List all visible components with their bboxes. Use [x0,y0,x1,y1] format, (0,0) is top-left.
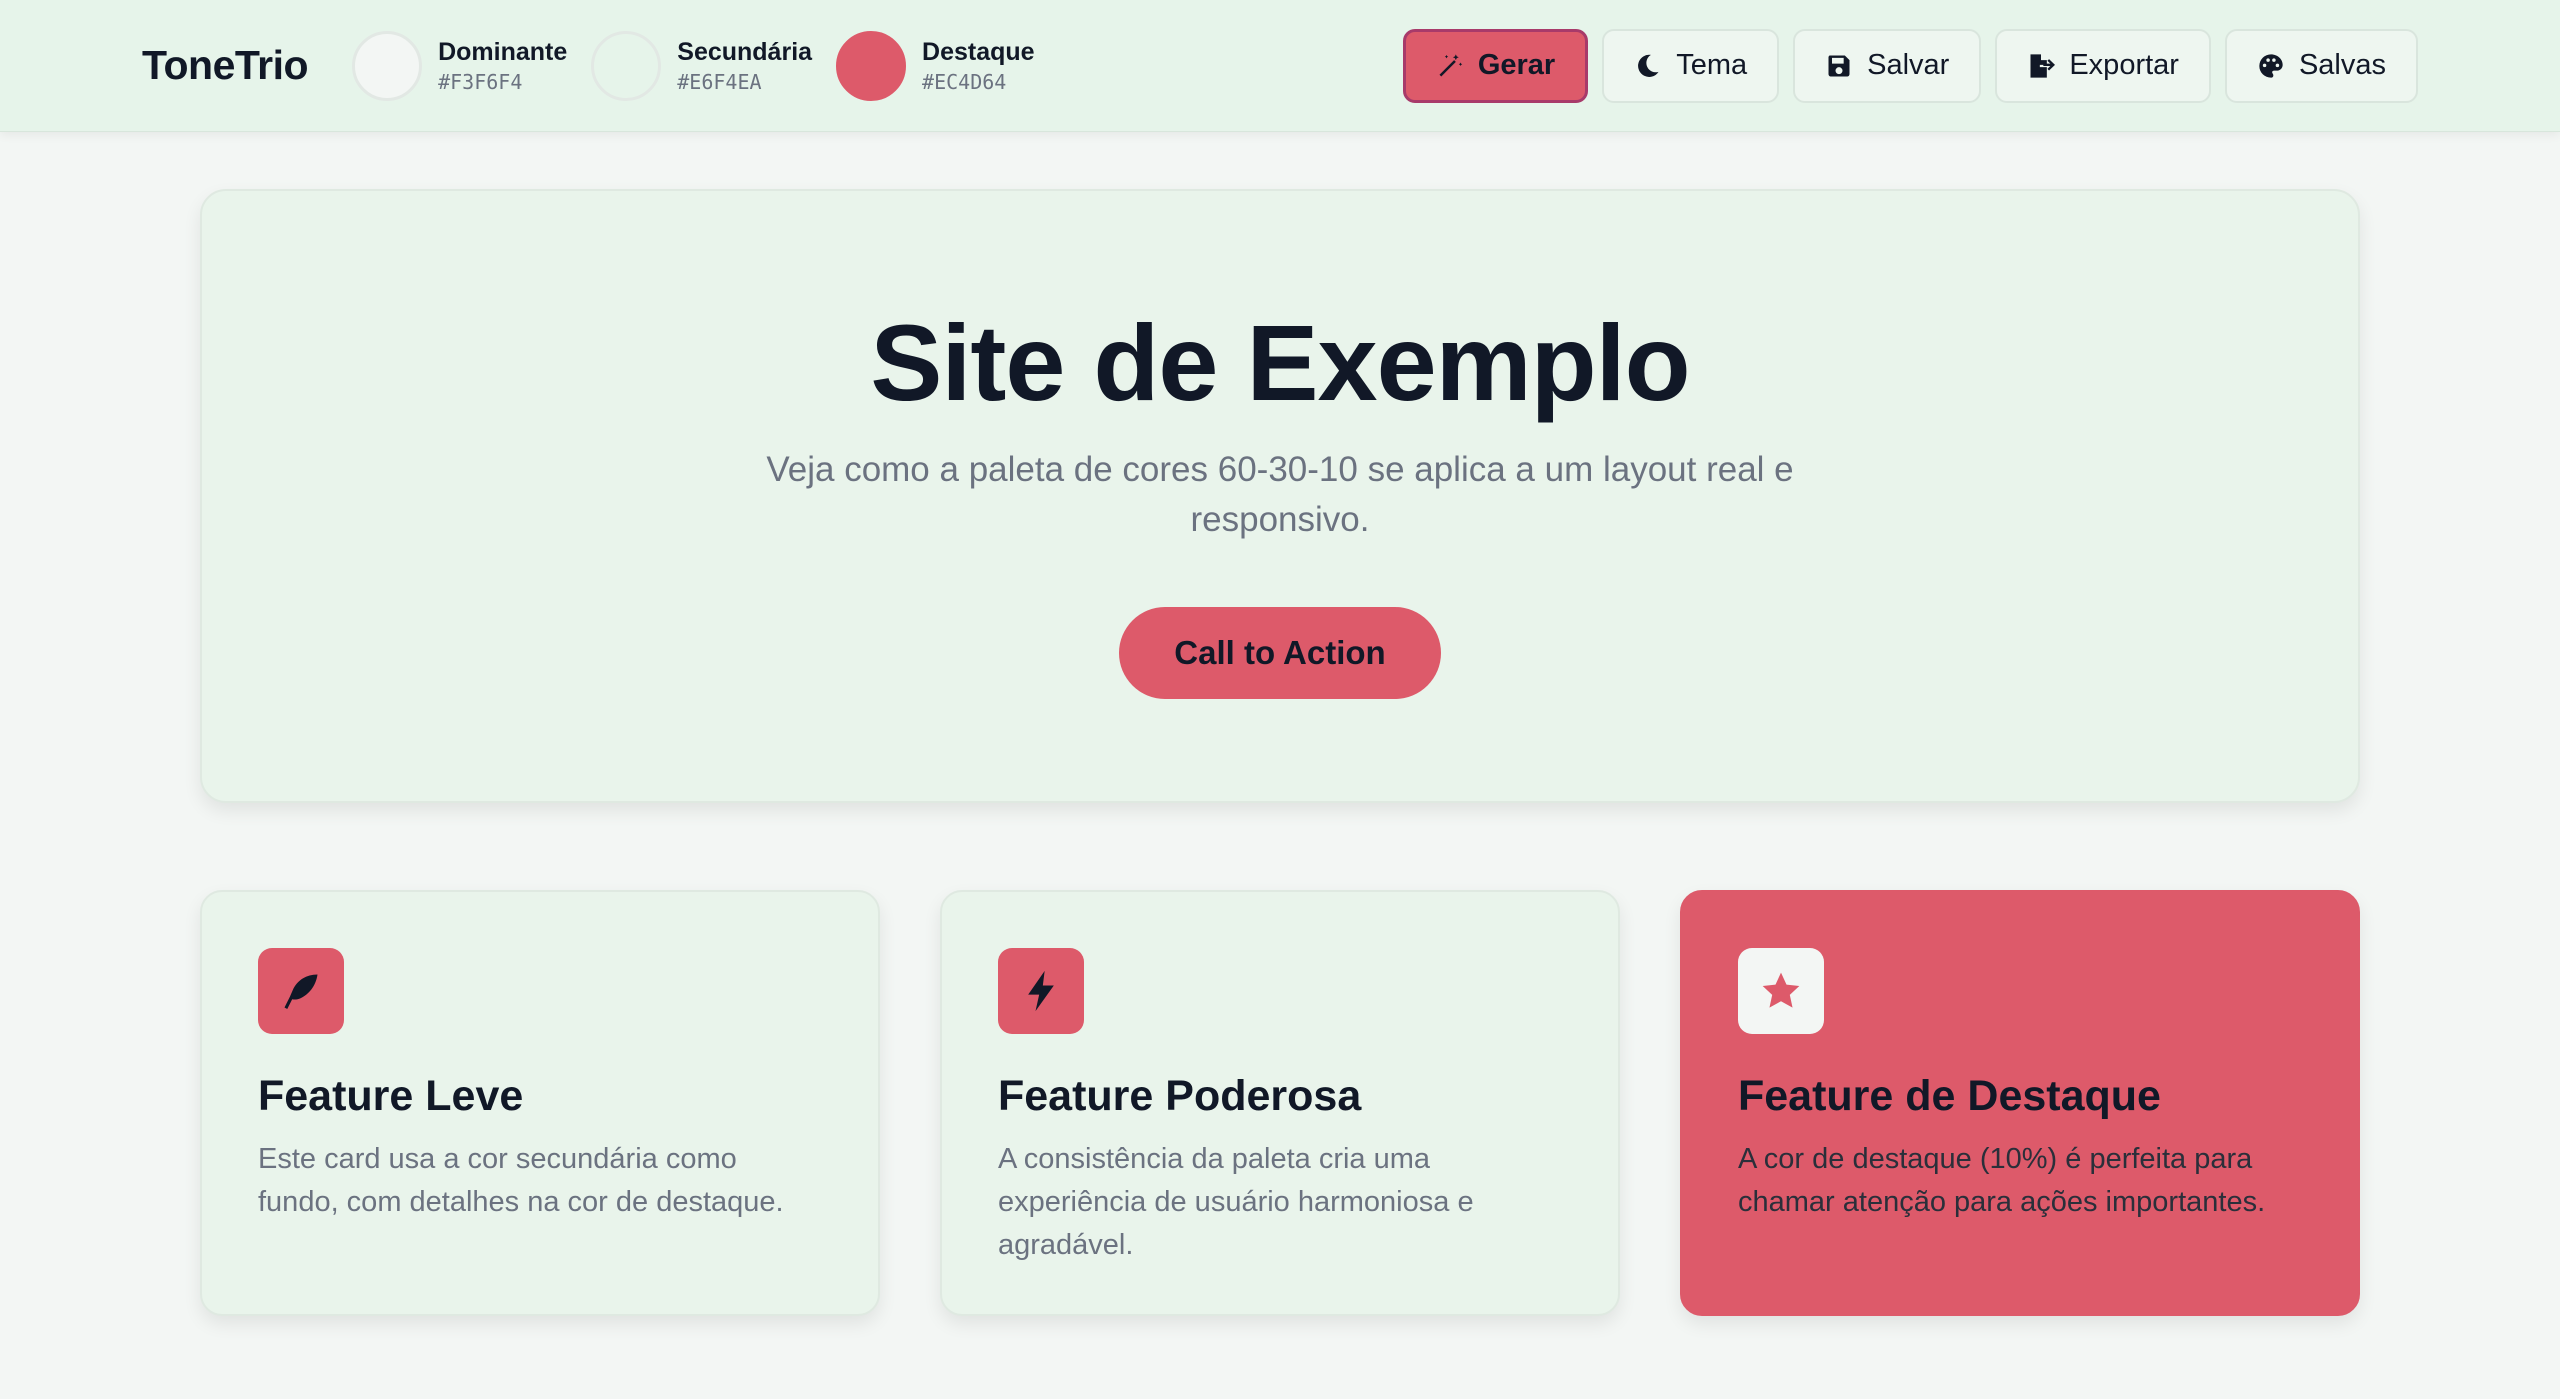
generate-button[interactable]: Gerar [1402,28,1589,103]
feature-card-highlight-text: A cor de destaque (10%) é perfeita para … [1738,1143,2266,1218]
theme-button[interactable]: Tema [1602,28,1780,103]
feature-card-powerful-icon-box [998,948,1084,1034]
feature-card-highlight-title: Feature de Destaque [1738,1072,2161,1120]
hero-title: Site de Exemplo [870,302,1690,423]
swatch-secondary-name: Secundária [677,37,813,66]
feather-icon [284,974,318,1009]
generate-button-label: Gerar [1477,49,1556,81]
swatch-dominant-color[interactable] [352,30,423,101]
saved-palettes-button[interactable]: Salvas [2224,28,2418,103]
hero-section: Site de Exemplo Veja como a paleta de co… [200,189,2360,803]
swatch-accent-name: Destaque [922,37,1035,66]
swatch-accent-text: Destaque #EC4D64 [922,36,1035,96]
saved-palettes-button-label: Salvas [2298,49,2386,81]
toolbar-actions: Gerar Tema Salvar Exportar Salvas [1402,28,2418,103]
swatch-secondary-text: Secundária #E6F4EA [677,36,812,96]
hero-subtitle: Veja como a paleta de cores 60-30-10 se … [766,450,1794,539]
swatch-dominant-name: Dominante [438,37,568,66]
feature-card-powerful-title: Feature Poderosa [998,1072,1362,1120]
feature-card-powerful: Feature Poderosa A consistência da palet… [940,890,1620,1316]
swatch-dominant-hex: #F3F6F4 [438,69,523,94]
feature-card-powerful-text: A consistência da paleta cria uma experi… [998,1143,1474,1261]
swatch-secondary-color[interactable] [591,30,662,101]
moon-icon [1638,54,1659,77]
swatch-accent[interactable]: Destaque #EC4D64 [836,30,1035,101]
feature-card-highlight-icon-box [1738,948,1824,1034]
export-button[interactable]: Exportar [1995,28,2211,103]
magic-wand-icon [1439,53,1463,76]
star-icon [1762,972,1800,1008]
floppy-disk-icon [1828,55,1850,76]
top-bar: ToneTrio Dominante #F3F6F4 Secundária #E… [0,0,2560,132]
app-logo: ToneTrio [142,42,309,88]
feature-card-light: Feature Leve Este card usa a cor secundá… [200,890,880,1316]
swatch-accent-color[interactable] [836,30,907,101]
swatch-secondary-hex: #E6F4EA [677,69,762,94]
swatch-accent-hex: #EC4D64 [922,69,1007,94]
swatch-secondary[interactable]: Secundária #E6F4EA [591,30,812,101]
swatch-dominant-text: Dominante #F3F6F4 [438,36,567,96]
save-button[interactable]: Salvar [1793,28,1982,103]
feature-card-highlight: Feature de Destaque A cor de destaque (1… [1680,890,2360,1316]
feature-card-light-title: Feature Leve [258,1072,524,1120]
bolt-icon [1028,970,1054,1012]
file-export-icon [2030,53,2056,78]
call-to-action-button[interactable]: Call to Action [1119,607,1441,699]
feature-card-light-icon-box [258,948,344,1034]
save-button-label: Salvar [1867,49,1950,81]
feature-card-light-text: Este card usa a cor secundária como fund… [258,1143,784,1218]
palette-icon [2259,53,2283,78]
swatch-dominant[interactable]: Dominante #F3F6F4 [352,30,567,101]
theme-button-label: Tema [1676,49,1748,81]
export-button-label: Exportar [2069,49,2179,81]
